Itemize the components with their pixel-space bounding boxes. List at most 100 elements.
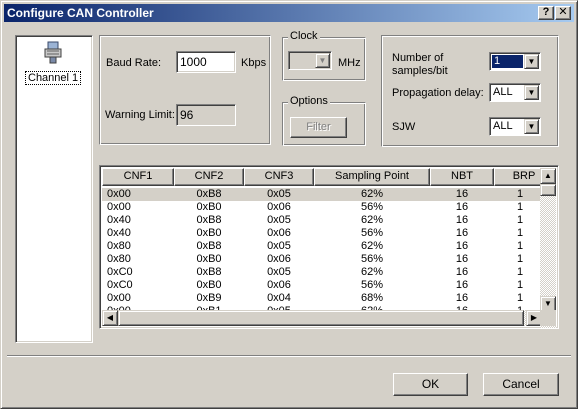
cell-cnf1: 0x40 [107,227,131,239]
cell-nbt: 16 [455,292,469,304]
cell-brp: 1 [516,292,524,304]
column-header-cnf3[interactable]: CNF3 [244,168,314,186]
warning-limit-label: Warning Limit: [105,109,175,121]
cell-cnf1: 0x00 [107,292,131,304]
cell-nbt: 16 [455,240,469,252]
baud-rate-value: 1000 [180,55,207,69]
column-header-nbt[interactable]: NBT [430,168,494,186]
cell-cnf3: 0x05 [267,266,291,278]
baud-rate-input[interactable]: 1000 [176,51,236,73]
table-row[interactable]: 0x00 0xB8 0x05 62% 16 1 [102,188,542,201]
scroll-up-icon[interactable]: ▲ [540,168,556,184]
channel-list[interactable]: Channel 1 [15,35,93,343]
cell-cnf1: 0x80 [107,240,131,252]
cell-brp: 1 [516,253,524,265]
sjw-label: SJW [392,121,416,133]
cell-sampling-point: 56% [360,279,384,291]
cell-nbt: 16 [455,279,469,291]
propagation-delay-value: ALL [493,86,513,98]
cell-nbt: 16 [455,201,469,213]
cell-cnf3: 0x06 [267,201,291,213]
cell-nbt: 16 [455,266,469,278]
table-row[interactable]: 0x80 0xB8 0x05 62% 16 1 [102,240,542,253]
horizontal-scrollbar[interactable]: ◀ ▶ [102,310,542,326]
table-row[interactable]: 0xC0 0xB8 0x05 62% 16 1 [102,266,542,279]
cell-cnf2: 0xB0 [196,201,222,213]
warning-limit-value: 96 [180,108,194,122]
table-row[interactable]: 0x40 0xB8 0x05 62% 16 1 [102,214,542,227]
vertical-scroll-thumb[interactable] [540,184,556,196]
cell-cnf3: 0x05 [267,240,291,252]
horizontal-scroll-thumb[interactable] [118,310,524,326]
cell-brp: 1 [516,266,524,278]
cell-nbt: 16 [455,253,469,265]
cell-cnf2: 0xB8 [196,214,222,226]
table-row[interactable]: 0xC0 0xB0 0x06 56% 16 1 [102,279,542,292]
cell-nbt: 16 [455,214,469,226]
cell-cnf2: 0xB8 [196,240,222,252]
cell-brp: 1 [516,201,524,213]
cell-cnf3: 0x05 [267,188,291,200]
cell-cnf3: 0x06 [267,279,291,291]
cell-brp: 1 [516,214,524,226]
table-row[interactable]: 0x00 0xB0 0x06 56% 16 1 [102,201,542,214]
cell-cnf1: 0x00 [107,201,131,213]
chevron-down-icon[interactable]: ▼ [524,54,539,69]
chevron-down-icon[interactable]: ▼ [524,119,539,134]
cell-sampling-point: 56% [360,227,384,239]
cell-cnf1: 0x40 [107,214,131,226]
scroll-left-icon[interactable]: ◀ [102,310,118,326]
cell-cnf1: 0xC0 [107,266,133,278]
cell-cnf2: 0xB8 [196,188,222,200]
chevron-down-icon[interactable]: ▼ [315,53,330,68]
cell-cnf3: 0x04 [267,292,291,304]
column-header-sampling-point[interactable]: Sampling Point [314,168,430,186]
cell-cnf1: 0x80 [107,253,131,265]
cell-cnf2: 0xB0 [196,253,222,265]
cell-nbt: 16 [455,188,469,200]
channel-item-1[interactable]: Channel 1 [20,38,86,88]
scrollbar-corner [540,310,556,326]
chevron-down-icon[interactable]: ▼ [524,85,539,100]
filter-button[interactable]: Filter [290,117,347,138]
samples-per-bit-label: Number of samples/bit [392,52,448,77]
table-row[interactable]: 0x80 0xB0 0x06 56% 16 1 [102,253,542,266]
cell-cnf1: 0x00 [107,188,131,200]
close-button[interactable]: ✕ [555,6,571,20]
title-bar: Configure CAN Controller ? ✕ [4,4,574,22]
propagation-delay-select[interactable]: ALL ▼ [489,83,541,102]
cell-brp: 1 [516,279,524,291]
clock-select[interactable]: ▼ [288,51,332,70]
cell-cnf2: 0xB9 [196,292,222,304]
samples-per-bit-select[interactable]: 1 ▼ [489,52,541,71]
sjw-select[interactable]: ALL ▼ [489,117,541,136]
cancel-button[interactable]: Cancel [483,373,559,396]
window-title: Configure CAN Controller [7,6,154,20]
table-row[interactable]: 0x00 0xB9 0x04 68% 16 1 [102,292,542,305]
cell-brp: 1 [516,227,524,239]
cell-brp: 1 [516,240,524,252]
options-group-title: Options [288,95,330,107]
baud-unit-label: Kbps [241,57,267,69]
ok-button[interactable]: OK [393,373,468,396]
warning-limit-field: 96 [176,104,236,126]
cell-sampling-point: 62% [360,240,384,252]
cell-cnf2: 0xB8 [196,266,222,278]
cell-cnf3: 0x06 [267,253,291,265]
cell-sampling-point: 62% [360,214,384,226]
cell-sampling-point: 62% [360,266,384,278]
cell-sampling-point: 56% [360,253,384,265]
column-header-cnf1[interactable]: CNF1 [102,168,174,186]
samples-per-bit-value: 1 [492,55,523,68]
help-button[interactable]: ? [538,6,554,20]
timing-table[interactable]: CNF1 CNF2 CNF3 Sampling Point NBT BRP 0x… [99,165,559,329]
cell-sampling-point: 56% [360,201,384,213]
vertical-scrollbar[interactable]: ▲ ▼ [540,168,556,328]
column-header-cnf2[interactable]: CNF2 [174,168,244,186]
sjw-value: ALL [493,120,513,132]
cell-sampling-point: 68% [360,292,384,304]
cell-nbt: 16 [455,227,469,239]
clock-unit-label: MHz [338,57,361,69]
network-adapter-icon [44,41,62,64]
table-row[interactable]: 0x40 0xB0 0x06 56% 16 1 [102,227,542,240]
